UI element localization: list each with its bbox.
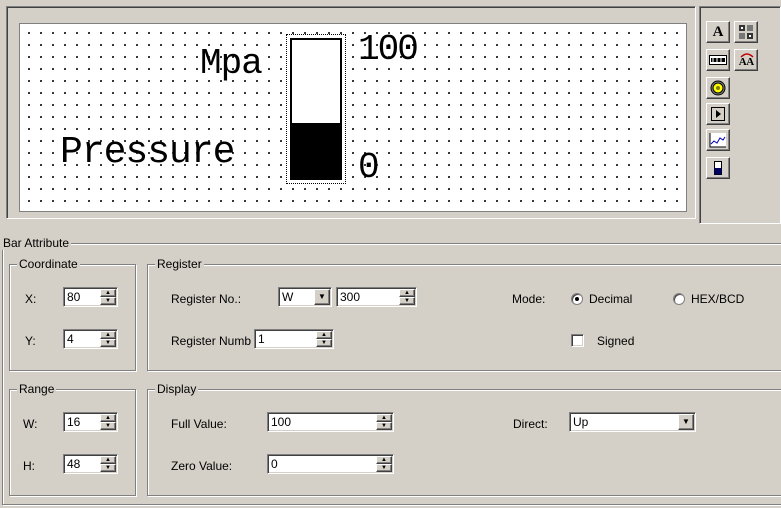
spin-down-icon[interactable]: ▼ <box>100 297 116 305</box>
w-spinner[interactable]: ▲ ▼ <box>100 414 116 430</box>
register-no-spinner[interactable]: ▲ ▼ <box>399 289 415 305</box>
spin-down-icon[interactable]: ▼ <box>376 464 392 472</box>
full-value-input[interactable]: 100 ▲ ▼ <box>267 412 394 432</box>
spin-up-icon[interactable]: ▲ <box>376 414 392 422</box>
pressure-label[interactable]: Pressure <box>60 132 235 174</box>
register-number-label: Register Numb <box>171 334 255 348</box>
spin-down-icon[interactable]: ▼ <box>100 339 116 347</box>
spin-up-icon[interactable]: ▲ <box>316 331 332 339</box>
register-no-input[interactable]: 300 ▲ ▼ <box>336 287 417 307</box>
display-title: Display <box>155 382 199 396</box>
dropdown-arrow-icon[interactable]: ▼ <box>314 289 330 305</box>
spin-down-icon[interactable]: ▼ <box>316 339 332 347</box>
display-group: Display <box>147 382 781 496</box>
trend-chart-icon <box>709 133 726 148</box>
range-group: Range <box>9 382 136 496</box>
h-value: 48 <box>67 457 81 471</box>
register-number-label-text: Register Numb <box>171 334 252 348</box>
text-toggle-tool-button[interactable]: A A <box>734 49 758 71</box>
x-value: 80 <box>67 290 81 304</box>
bar-selection-frame <box>286 34 346 184</box>
spin-up-icon[interactable]: ▲ <box>100 331 116 339</box>
full-value-spinner[interactable]: ▲ ▼ <box>376 414 392 430</box>
zero-value-spinner[interactable]: ▲ ▼ <box>376 456 392 472</box>
mode-hex-label-text: HEX/BCD <box>691 292 745 306</box>
mode-hex-label[interactable]: HEX/BCD <box>691 292 780 306</box>
bitmap-icon <box>739 25 753 39</box>
button-icon <box>711 107 725 121</box>
preview-grid[interactable]: Mpa Pressure 100 0 <box>19 23 687 212</box>
spin-down-icon[interactable]: ▼ <box>100 464 116 472</box>
mode-decimal-label[interactable]: Decimal <box>589 292 632 306</box>
register-title: Register <box>155 257 204 271</box>
register-type-value: W <box>282 290 294 304</box>
w-label: W: <box>23 417 38 431</box>
mode-label: Mode: <box>512 292 546 306</box>
lamp-tool-button[interactable] <box>706 77 730 99</box>
spin-up-icon[interactable]: ▲ <box>100 456 116 464</box>
y-input[interactable]: 4 ▲ ▼ <box>63 329 118 349</box>
unit-label[interactable]: Mpa <box>200 44 263 84</box>
spin-down-icon[interactable]: ▼ <box>376 422 392 430</box>
numeric-display-icon <box>709 55 727 65</box>
max-value-label[interactable]: 100 <box>358 30 419 70</box>
x-spinner[interactable]: ▲ ▼ <box>100 289 116 305</box>
preview-canvas: Mpa Pressure 100 0 <box>6 6 696 219</box>
h-spinner[interactable]: ▲ ▼ <box>100 456 116 472</box>
coordinate-group: Coordinate <box>9 257 136 371</box>
zero-value-value: 0 <box>271 457 278 471</box>
register-number-input[interactable]: 1 ▲ ▼ <box>254 329 334 349</box>
h-label: H: <box>23 459 35 473</box>
trend-chart-tool-button[interactable] <box>706 129 730 151</box>
toolbox-panel: A A A <box>699 6 781 224</box>
dropdown-arrow-icon[interactable]: ▼ <box>678 414 694 430</box>
mode-hex-radio[interactable] <box>673 293 685 305</box>
numeric-display-tool-button[interactable] <box>706 49 730 71</box>
bar-tool-button[interactable] <box>706 157 730 179</box>
text-tool-button[interactable]: A <box>706 21 730 43</box>
x-input[interactable]: 80 ▲ ▼ <box>63 287 118 307</box>
register-number-value: 1 <box>258 332 265 346</box>
bitmap-tool-button[interactable] <box>734 21 758 43</box>
text-icon: A <box>712 23 724 40</box>
x-label: X: <box>25 292 37 306</box>
w-value: 16 <box>67 415 81 429</box>
full-value-label: Full Value: <box>171 417 227 431</box>
lamp-icon <box>710 80 726 96</box>
spin-up-icon[interactable]: ▲ <box>100 414 116 422</box>
mode-decimal-radio[interactable] <box>571 293 583 305</box>
register-number-spinner[interactable]: ▲ ▼ <box>316 331 332 347</box>
signed-checkbox[interactable] <box>571 334 584 347</box>
zero-value-label: Zero Value: <box>171 459 233 473</box>
signed-label[interactable]: Signed <box>597 334 634 348</box>
range-title: Range <box>17 382 57 396</box>
spin-up-icon[interactable]: ▲ <box>399 289 415 297</box>
register-no-label: Register No.: <box>171 292 242 306</box>
spin-down-icon[interactable]: ▼ <box>399 297 415 305</box>
bar-icon <box>714 161 722 175</box>
direct-value: Up <box>573 415 589 429</box>
spin-up-icon[interactable]: ▲ <box>100 289 116 297</box>
full-value-value: 100 <box>271 415 292 429</box>
w-input[interactable]: 16 ▲ ▼ <box>63 412 118 432</box>
direct-select[interactable]: Up ▼ <box>569 412 696 432</box>
y-value: 4 <box>67 332 74 346</box>
button-tool-button[interactable] <box>706 103 730 125</box>
spin-down-icon[interactable]: ▼ <box>100 422 116 430</box>
y-spinner[interactable]: ▲ ▼ <box>100 331 116 347</box>
bar-attribute-title: Bar Attribute <box>1 236 72 250</box>
coordinate-title: Coordinate <box>17 257 80 271</box>
register-no-value: 300 <box>340 290 361 304</box>
y-label: Y: <box>25 334 36 348</box>
register-type-select[interactable]: W ▼ <box>278 287 332 307</box>
h-input[interactable]: 48 ▲ ▼ <box>63 454 118 474</box>
min-value-label[interactable]: 0 <box>358 148 380 188</box>
zero-value-input[interactable]: 0 ▲ ▼ <box>267 454 394 474</box>
direct-label: Direct: <box>513 417 548 431</box>
refresh-arrow-icon <box>740 53 754 58</box>
register-group: Register <box>147 257 781 371</box>
spin-up-icon[interactable]: ▲ <box>376 456 392 464</box>
